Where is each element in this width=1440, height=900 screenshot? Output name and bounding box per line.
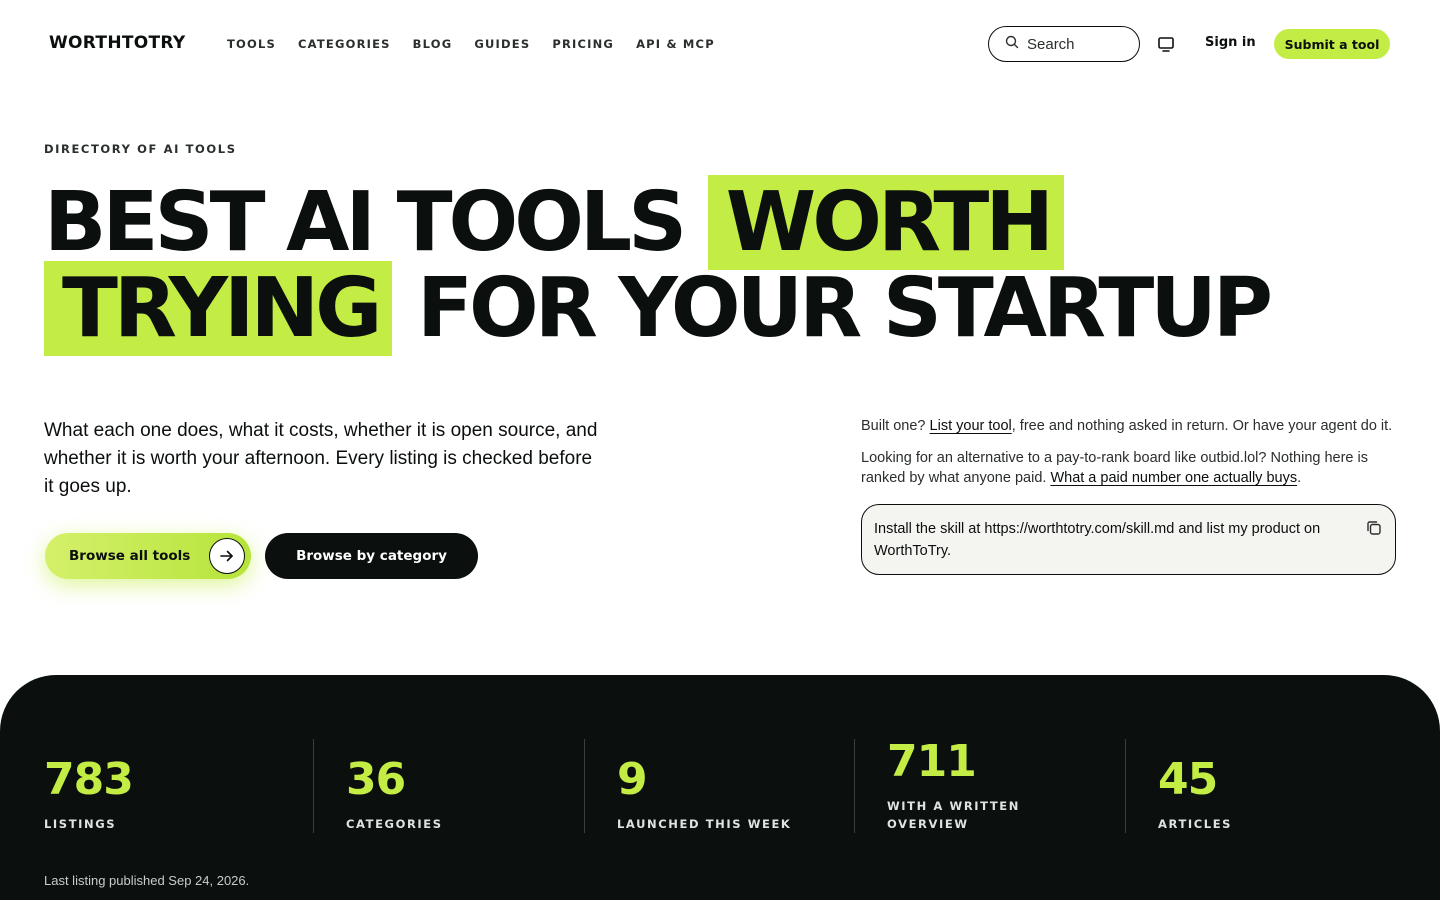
stat-value: 711 (887, 736, 977, 787)
list-your-tool-link[interactable]: List your tool (930, 418, 1012, 434)
nav-link-guides[interactable]: GUIDES (474, 37, 530, 51)
stat-label: ARTICLES (1158, 817, 1233, 831)
last-published-note: Last listing published Sep 24, 2026. (44, 873, 250, 888)
stats-panel: 783 LISTINGS 36 CATEGORIES 9 LAUNCHED TH… (0, 675, 1440, 900)
stat-categories: 36 CATEGORIES (346, 739, 566, 833)
search-input[interactable] (1027, 35, 1127, 53)
browse-all-tools-button[interactable]: Browse all tools (45, 533, 251, 579)
signin-link[interactable]: Sign in (1205, 35, 1256, 50)
ranking-info-text: Looking for an alternative to a pay-to-r… (861, 448, 1401, 488)
stat-value: 9 (617, 754, 648, 805)
stat-launched-this-week: 9 LAUNCHED THIS WEEK (617, 739, 837, 833)
submit-info-text: Built one? List your tool, free and noth… (861, 416, 1401, 436)
site-logo[interactable]: WORTHTOTRY (49, 33, 185, 53)
submit-tool-button[interactable]: Submit a tool (1274, 29, 1390, 59)
stat-label: LISTINGS (44, 817, 117, 831)
stat-label-line1: WITH A WRITTEN (887, 799, 1020, 813)
stat-label: CATEGORIES (346, 817, 443, 831)
stat-written-overview: 711 WITH A WRITTEN OVERVIEW (887, 739, 1107, 833)
agent-prompt-box: Install the skill at https://worthtotry.… (861, 504, 1396, 575)
search-icon (1005, 35, 1019, 54)
nav-link-categories[interactable]: CATEGORIES (298, 37, 391, 51)
hero-eyebrow: DIRECTORY OF AI TOOLS (44, 142, 237, 156)
agent-prompt-text: Install the skill at https://worthtotry.… (874, 521, 1321, 559)
stat-value: 45 (1158, 754, 1218, 805)
nav-link-tools[interactable]: TOOLS (227, 37, 276, 51)
stat-divider (584, 739, 585, 833)
ranking-info-suffix: . (1297, 470, 1302, 486)
stat-listings: 783 LISTINGS (44, 739, 284, 833)
search-box[interactable] (988, 26, 1140, 62)
hero-lede: What each one does, what it costs, wheth… (44, 420, 598, 497)
stat-divider (1125, 739, 1126, 833)
submit-info-prefix: Built one? (861, 418, 930, 434)
stat-articles: 45 ARTICLES (1158, 739, 1378, 833)
nav-link-api-mcp[interactable]: API & MCP (636, 37, 715, 51)
browse-by-category-button[interactable]: Browse by category (265, 533, 478, 579)
nav-link-blog[interactable]: BLOG (413, 37, 453, 51)
stat-divider (313, 739, 314, 833)
stat-divider (854, 739, 855, 833)
stat-value: 36 (346, 754, 406, 805)
monitor-icon[interactable] (1156, 35, 1176, 53)
submit-info: Built one? List your tool, free and noth… (861, 416, 1401, 500)
copy-icon[interactable] (1365, 519, 1383, 537)
stat-label: LAUNCHED THIS WEEK (617, 817, 792, 831)
browse-all-tools-label: Browse all tools (69, 548, 191, 564)
hero-headline: BEST AI TOOLS WORTH TRYING FOR YOUR STAR… (44, 175, 1424, 356)
headline-line1-plain: BEST AI TOOLS (44, 175, 708, 270)
nav-links: TOOLS CATEGORIES BLOG GUIDES PRICING API… (227, 37, 715, 51)
headline-line2-plain: FOR YOUR STARTUP (392, 261, 1273, 356)
stat-label-line2: OVERVIEW (887, 817, 969, 831)
paid-number-one-link[interactable]: What a paid number one actually buys (1050, 470, 1297, 486)
arrow-right-icon (209, 538, 245, 574)
top-nav: WORTHTOTRY TOOLS CATEGORIES BLOG GUIDES … (0, 0, 1440, 88)
stat-value: 783 (44, 754, 134, 805)
headline-highlight-trying: TRYING (44, 261, 393, 356)
submit-info-suffix: , free and nothing asked in return. Or h… (1011, 418, 1393, 434)
nav-link-pricing[interactable]: PRICING (552, 37, 614, 51)
headline-highlight-worth: WORTH (707, 175, 1064, 270)
